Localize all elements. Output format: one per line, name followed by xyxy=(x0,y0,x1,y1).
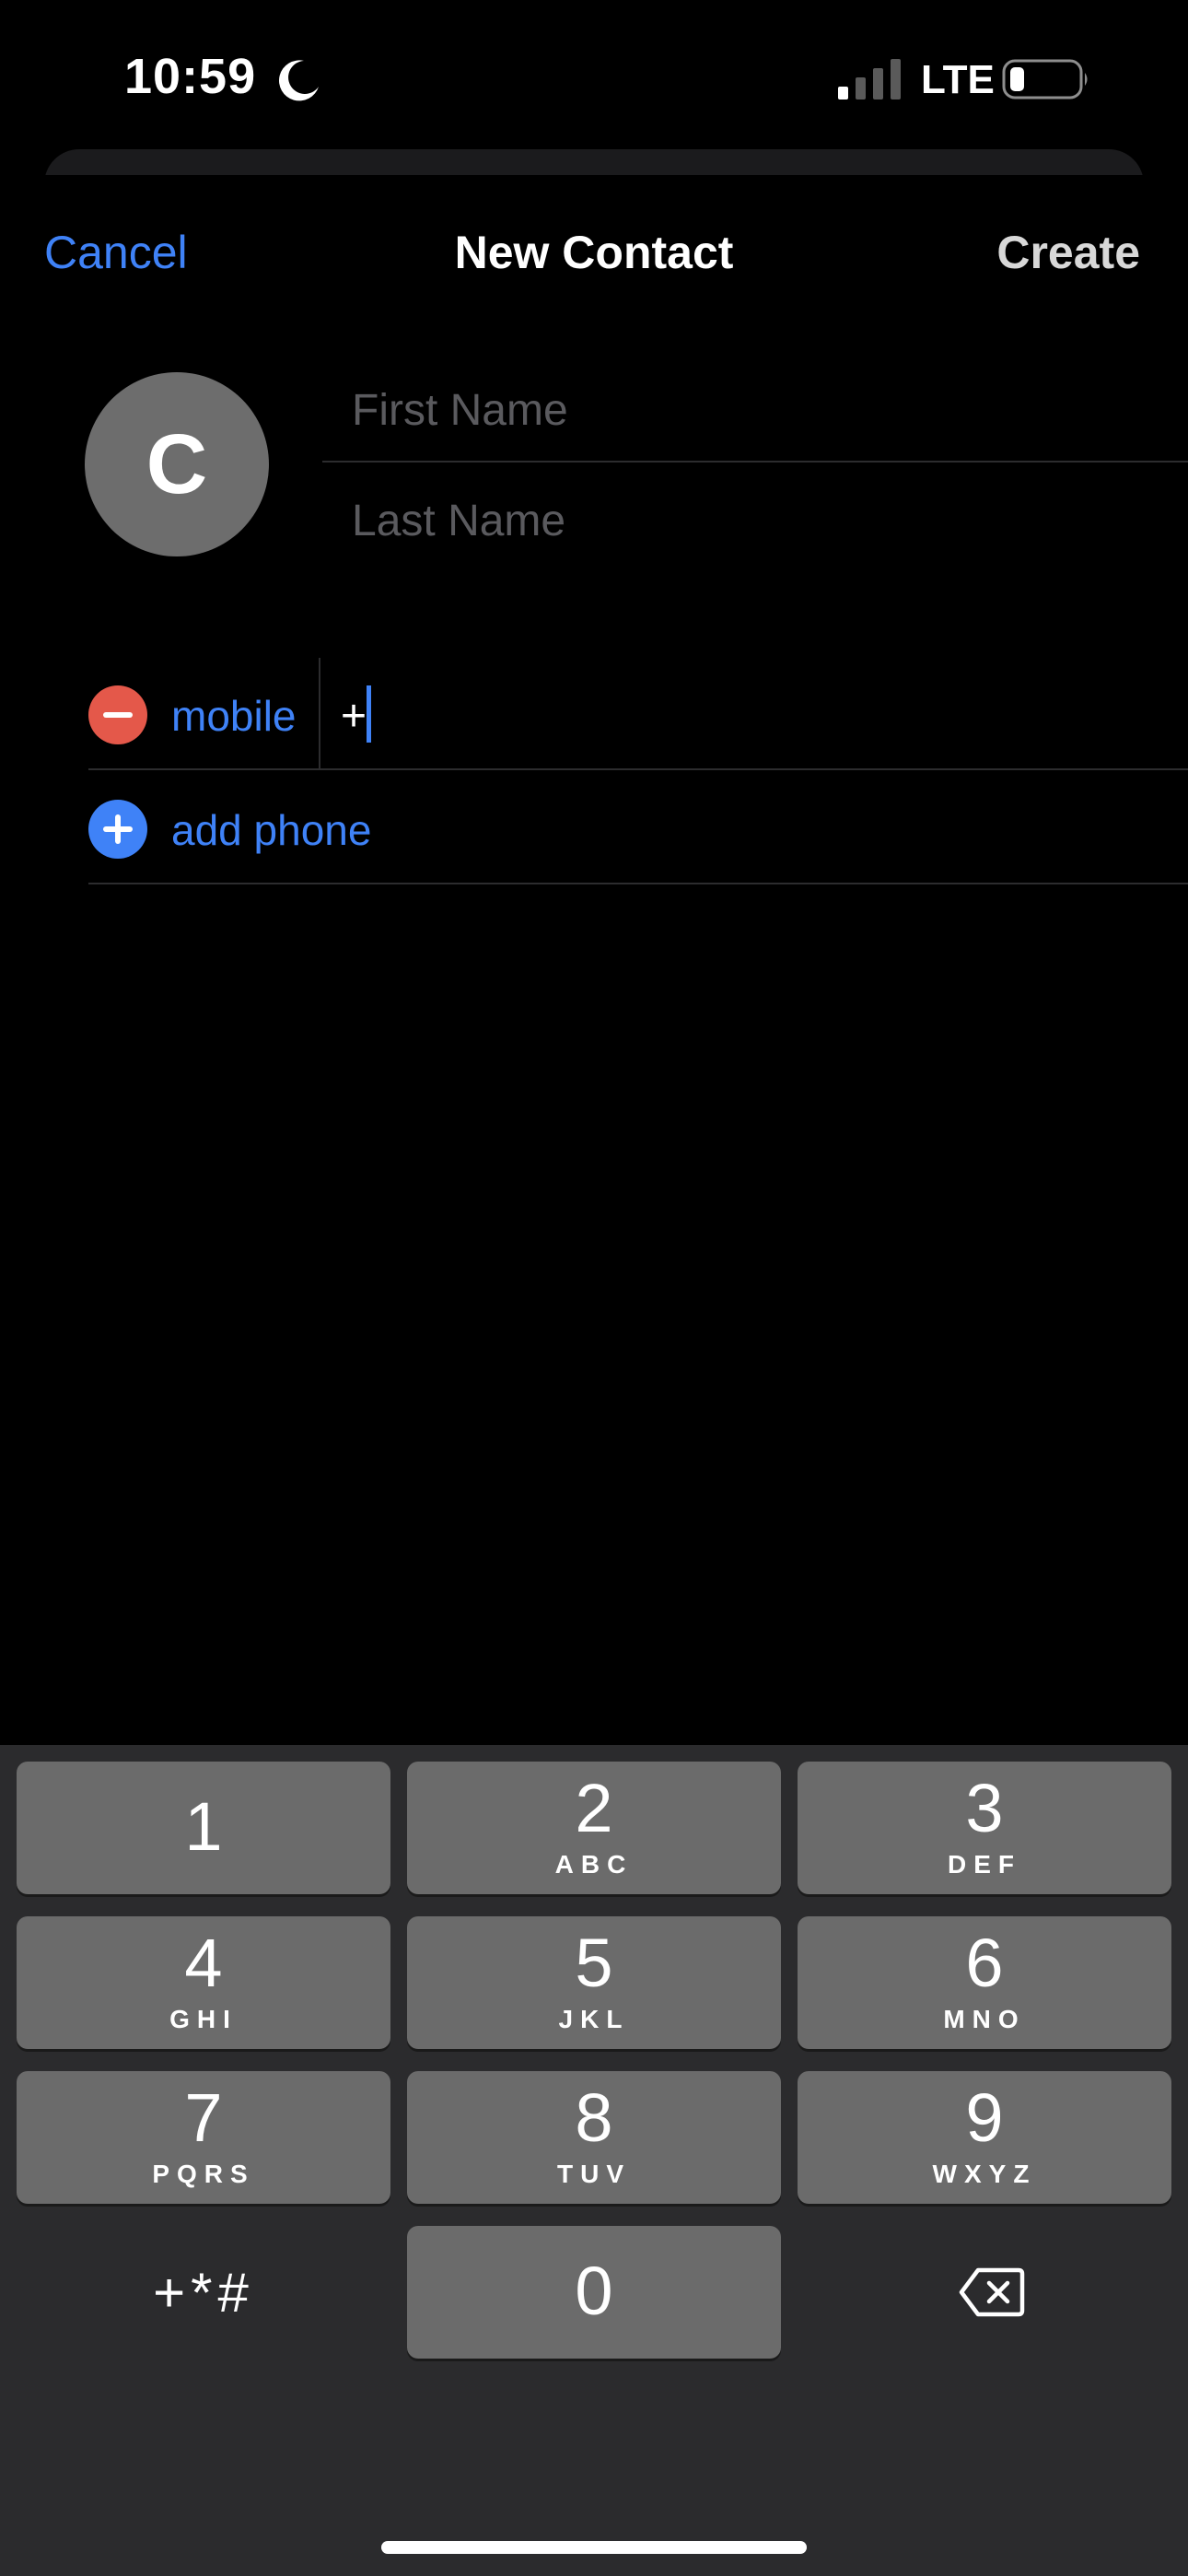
minus-circle-icon xyxy=(103,712,133,718)
key-digit: 1 xyxy=(184,1788,223,1865)
cellular-signal-icon xyxy=(838,59,901,100)
key-letters: MNO xyxy=(943,2005,1026,2033)
backspace-icon xyxy=(959,2267,1025,2317)
key-letters: JKL xyxy=(558,2005,630,2033)
key-digit: 9 xyxy=(965,2079,1004,2156)
first-name-row xyxy=(322,352,1188,463)
cancel-button[interactable]: Cancel xyxy=(44,226,188,279)
moon-icon xyxy=(279,60,319,101)
phone-row: mobile xyxy=(88,658,1188,770)
key-digit: 3 xyxy=(965,1770,1004,1846)
phone-number-field[interactable] xyxy=(341,685,1151,746)
key-letters: PQRS xyxy=(152,2160,255,2188)
key-digit: 0 xyxy=(575,2253,613,2329)
plus-circle-icon xyxy=(103,814,133,844)
first-name-field[interactable] xyxy=(352,380,1144,440)
home-indicator[interactable] xyxy=(381,2541,807,2554)
key-6[interactable]: 6 MNO xyxy=(798,1916,1171,2049)
key-3[interactable]: 3 DEF xyxy=(798,1762,1171,1894)
key-letters: ABC xyxy=(554,1850,634,1879)
key-letters: TUV xyxy=(557,2160,631,2188)
key-letters: GHI xyxy=(169,2005,238,2033)
avatar[interactable]: C xyxy=(85,372,269,556)
delete-key[interactable] xyxy=(798,2226,1171,2359)
key-2[interactable]: 2 ABC xyxy=(407,1762,781,1894)
add-phone-button[interactable] xyxy=(88,800,147,859)
symbols-key[interactable]: +*# xyxy=(17,2226,390,2359)
key-digit: 2 xyxy=(575,1770,613,1846)
create-button[interactable]: Create xyxy=(996,226,1140,279)
key-8[interactable]: 8 TUV xyxy=(407,2071,781,2204)
add-phone-label[interactable]: add phone xyxy=(171,805,371,855)
add-phone-row[interactable]: add phone xyxy=(88,772,1188,884)
key-5[interactable]: 5 JKL xyxy=(407,1916,781,2049)
status-time: 10:59 xyxy=(124,49,257,104)
key-1[interactable]: 1 xyxy=(17,1762,390,1894)
remove-phone-button[interactable] xyxy=(88,685,147,744)
key-0[interactable]: 0 xyxy=(407,2226,781,2359)
last-name-row xyxy=(322,463,1188,573)
key-9[interactable]: 9 WXYZ xyxy=(798,2071,1171,2204)
key-letters: WXYZ xyxy=(932,2160,1037,2188)
network-label: LTE xyxy=(921,57,995,102)
key-7[interactable]: 7 PQRS xyxy=(17,2071,390,2204)
key-digit: 5 xyxy=(575,1925,613,2001)
phone-label-selector[interactable]: mobile xyxy=(171,691,297,741)
key-digit: 7 xyxy=(184,2079,223,2156)
key-4[interactable]: 4 GHI xyxy=(17,1916,390,2049)
key-letters: DEF xyxy=(948,1850,1021,1879)
key-digit: 6 xyxy=(965,1925,1004,2001)
last-name-field[interactable] xyxy=(352,490,1144,551)
key-digit: 4 xyxy=(184,1925,223,2001)
key-digit: 8 xyxy=(575,2079,613,2156)
divider xyxy=(319,658,320,768)
new-contact-screen: 10:59 LTE Cancel New Contact Create C mo… xyxy=(0,0,1188,2576)
battery-icon xyxy=(1002,59,1088,100)
text-caret xyxy=(367,685,371,743)
